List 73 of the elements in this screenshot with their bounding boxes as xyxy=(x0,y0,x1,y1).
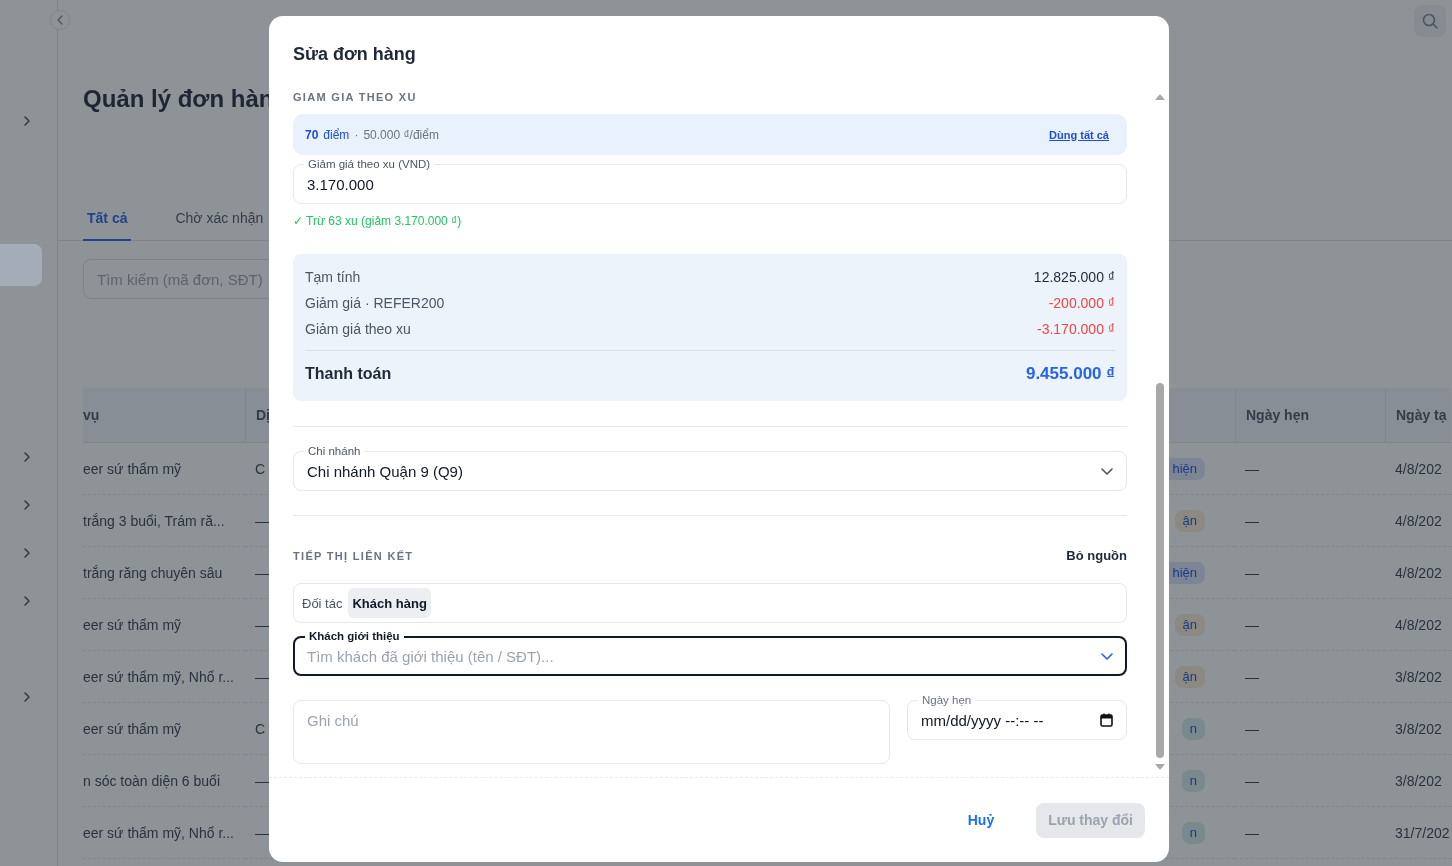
field-label: Ngày hẹn xyxy=(918,694,976,707)
table-cell: eer sứ thẩm mỹ, Nhổ r... xyxy=(83,651,245,703)
chevron-left-icon xyxy=(57,15,63,25)
section-heading: TIẾP THỊ LIÊN KẾT xyxy=(293,548,414,563)
table-cell: n sóc toàn diện 6 buổi xyxy=(83,755,245,807)
table-cell: 4/8/202 xyxy=(1385,599,1451,651)
table-cell: — xyxy=(1235,547,1385,599)
status-badge: ận xyxy=(1174,509,1205,532)
success-note: ✓ Trừ 63 xu (giảm 3.170.000 ₫) xyxy=(293,214,463,228)
clear-source-button[interactable]: Bỏ nguồn xyxy=(1066,548,1127,563)
search-button[interactable] xyxy=(1414,5,1446,37)
summary-value: 9.455.000 ₫ xyxy=(1025,364,1115,384)
summary-label: Thanh toán xyxy=(305,365,392,383)
table-cell: 3/8/202 xyxy=(1385,651,1451,703)
table-cell: eer sứ thẩm mỹ xyxy=(83,599,245,651)
table-cell: — xyxy=(1235,495,1385,547)
table-cell: — xyxy=(1235,651,1385,703)
note-field[interactable]: Ghi chú xyxy=(293,700,890,764)
summary-value: 12.825.000 ₫ xyxy=(1033,269,1115,285)
segment-option[interactable]: Khách hàng xyxy=(348,588,431,618)
points-rate: 50.000 ₫/điểm xyxy=(363,127,439,142)
field-value: mm/dd/yyyy --:-- -- xyxy=(921,711,1044,729)
summary-label: Tạm tính xyxy=(305,269,361,285)
status-badge: ận xyxy=(1174,665,1205,688)
field-value: Chi nhánh Quận 9 (Q9) xyxy=(307,462,463,480)
table-cell: — xyxy=(1235,755,1385,807)
table-cell: eer sứ thẩm mỹ xyxy=(83,703,245,755)
field-label: Chi nhánh xyxy=(304,445,365,458)
cancel-button[interactable]: Huỷ xyxy=(955,802,1007,838)
status-badge: n xyxy=(1181,769,1205,792)
chevron-right-icon[interactable] xyxy=(23,692,31,702)
table-cell: 4/8/202 xyxy=(1385,443,1451,495)
table-cell: 3/8/202 xyxy=(1385,703,1451,755)
chevron-right-icon[interactable] xyxy=(23,548,31,558)
table-cell: 4/8/202 xyxy=(1385,547,1451,599)
points-value: 70 xyxy=(305,127,319,142)
points-unit: điểm xyxy=(323,127,350,142)
summary-value: -200.000 ₫ xyxy=(1048,295,1115,311)
table-cell: — xyxy=(1235,807,1385,859)
table-header: Ngày tạ xyxy=(1385,388,1451,443)
status-badge: n xyxy=(1181,717,1205,740)
table-cell: eer sứ thẩm mỹ, Nhổ r... xyxy=(83,807,245,859)
summary-label: Giảm giá theo xu xyxy=(305,321,411,337)
chevron-down-icon xyxy=(1101,652,1113,660)
tab[interactable]: Chờ xác nhận xyxy=(171,196,268,241)
summary-value: -3.170.000 ₫ xyxy=(1036,321,1115,337)
table-cell: trắng 3 buổi, Trám ră... xyxy=(83,495,245,547)
status-badge: n xyxy=(1181,821,1205,844)
status-badge: ận xyxy=(1174,613,1205,636)
table-cell: eer sứ thẩm mỹ xyxy=(83,443,245,495)
chevron-down-icon xyxy=(1101,467,1113,475)
field-value: 3.170.000 xyxy=(307,175,374,193)
chevron-right-icon[interactable] xyxy=(23,116,31,126)
calendar-icon[interactable] xyxy=(1100,713,1113,727)
table-header: Ngày hẹn xyxy=(1235,388,1385,443)
field-label: Giảm giá theo xu (VND) xyxy=(304,158,435,171)
separator-dot: · xyxy=(354,127,359,142)
chevron-right-icon[interactable] xyxy=(23,500,31,510)
field-label: Khách giới thiệu xyxy=(305,630,404,643)
table-cell: 3/8/202 xyxy=(1385,755,1451,807)
search-icon xyxy=(1422,13,1438,29)
table-cell: — xyxy=(1235,443,1385,495)
table-header: vụ xyxy=(83,388,245,443)
dialog-title: Sửa đơn hàng xyxy=(293,44,417,64)
section-heading: GIAM GIA THEO XU xyxy=(293,90,418,104)
table-cell: — xyxy=(1235,599,1385,651)
table-cell: trắng răng chuyên sâu xyxy=(83,547,245,599)
table-cell: — xyxy=(1235,703,1385,755)
chevron-right-icon[interactable] xyxy=(23,452,31,462)
table-cell: 31/7/202 xyxy=(1385,807,1451,859)
chevron-right-icon[interactable] xyxy=(23,596,31,606)
table-cell: 4/8/202 xyxy=(1385,495,1451,547)
use-all-link[interactable]: Dùng tất cả xyxy=(1049,128,1109,141)
